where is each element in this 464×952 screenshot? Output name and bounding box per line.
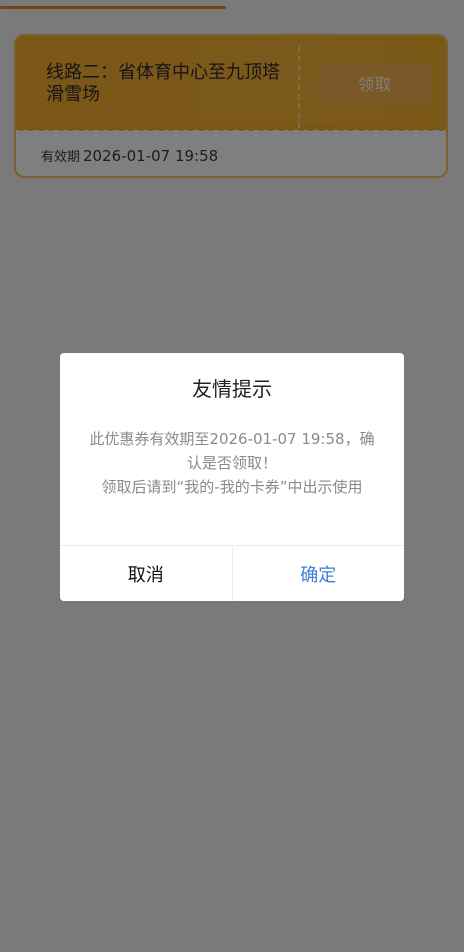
dialog-footer: 取消 确定 bbox=[60, 545, 404, 601]
dialog-message: 此优惠券有效期至2026-01-07 19:58，确认是否领取！ 领取后请到“我… bbox=[89, 430, 375, 496]
confirm-dialog: 友情提示 此优惠券有效期至2026-01-07 19:58，确认是否领取！ 领取… bbox=[60, 353, 404, 601]
cancel-button[interactable]: 取消 bbox=[60, 546, 233, 601]
confirm-button[interactable]: 确定 bbox=[232, 546, 404, 601]
dialog-title: 友情提示 bbox=[192, 377, 272, 401]
